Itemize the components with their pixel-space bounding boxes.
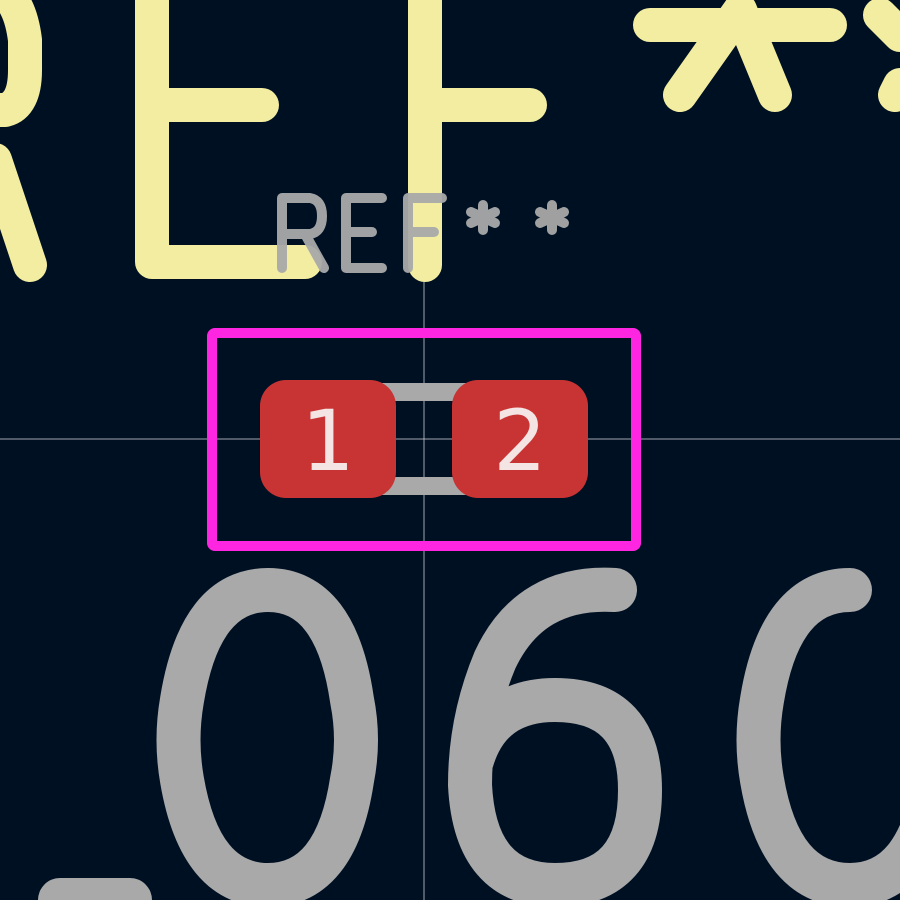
pad-2[interactable]: 2 (452, 380, 588, 498)
fab-value-text (38, 567, 900, 900)
silkscreen-reference-text (0, 0, 900, 282)
pad-1-number: 1 (301, 392, 354, 490)
pad-2-number: 2 (493, 392, 546, 490)
pcb-footprint-canvas: 1 2 (0, 0, 900, 900)
pad-1[interactable]: 1 (260, 380, 396, 498)
